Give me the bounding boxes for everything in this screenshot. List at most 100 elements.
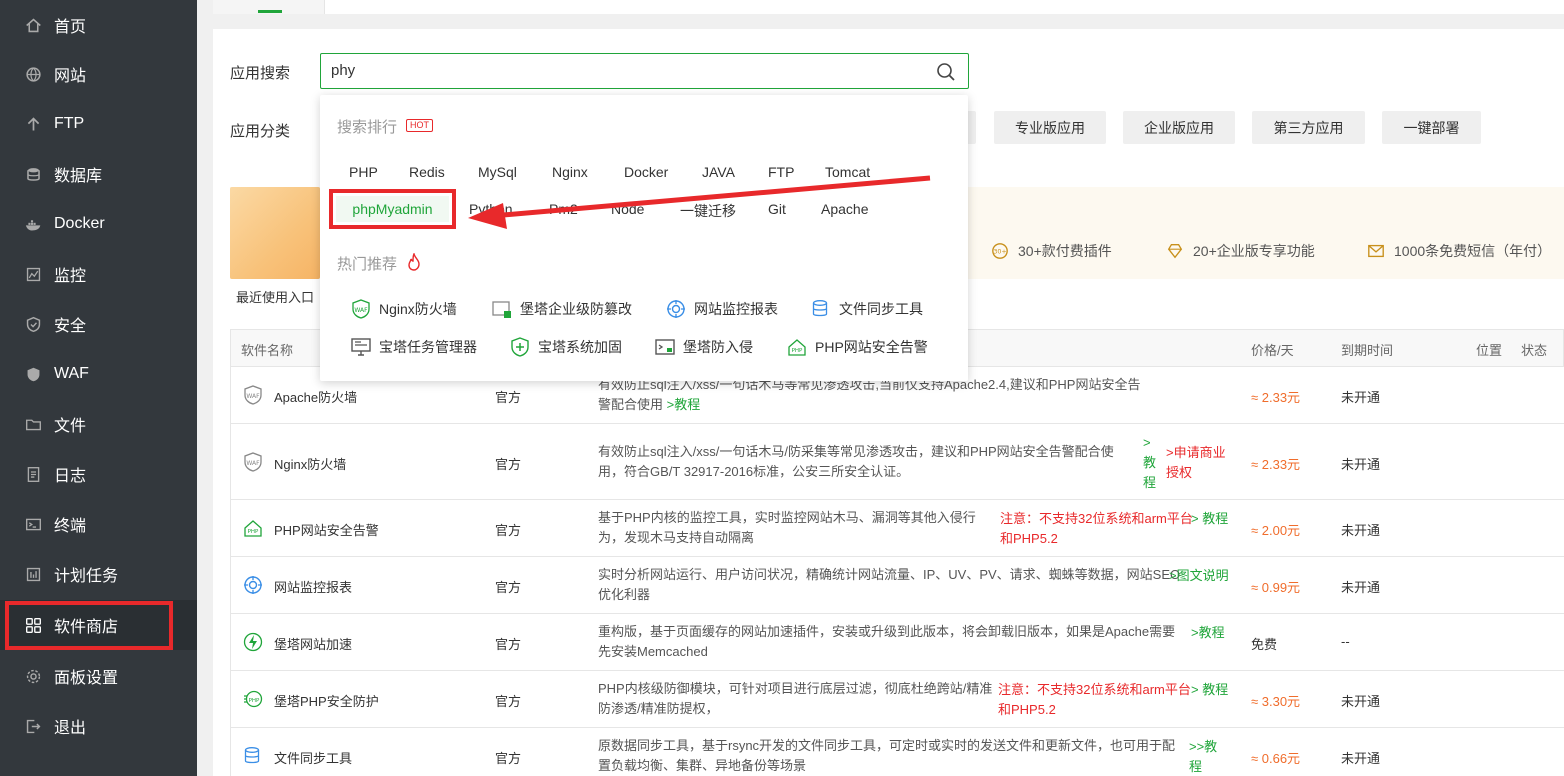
sidebar-item-label: 网站 <box>54 68 87 85</box>
row-expire: 未开通 <box>1341 694 1381 709</box>
row-description: 有效防止sql注入/xss/一句话木马等常见渗透攻击,当前仅支持Apache2.… <box>598 377 1141 412</box>
row-expire: -- <box>1341 634 1350 649</box>
row-tutorial-link[interactable]: > 教程 <box>1143 433 1157 493</box>
sidebar-item-terminal[interactable]: 终端 <box>0 499 197 549</box>
recent-used-label: 最近使用入口 <box>236 290 315 305</box>
recommend-item[interactable]: 宝塔系统加固 <box>510 337 622 357</box>
settings-icon <box>24 667 42 685</box>
row-tutorial-link[interactable]: >教程 <box>1191 623 1225 643</box>
row-description: 重构版，基于页面缓存的网站加速插件，安装或升级到此版本，将会卸载旧版本，如果是A… <box>598 624 1176 659</box>
row-tutorial-link[interactable]: >图文说明 <box>1169 566 1229 586</box>
terminal-icon <box>24 515 42 533</box>
row-name[interactable]: 堡塔PHP安全防护 <box>274 691 379 710</box>
sidebar-item-waf[interactable]: WAF <box>0 349 197 399</box>
sidebar-item-label: 监控 <box>54 268 87 285</box>
category-enterprise-button[interactable]: 企业版应用 <box>1123 111 1235 144</box>
diamond-icon <box>1167 244 1183 259</box>
annotation-highlight-phpmyadmin <box>329 189 456 229</box>
row-developer: 官方 <box>495 694 522 709</box>
search-label: 应用搜索 <box>230 65 291 82</box>
keyword-pm2[interactable]: Pm2 <box>549 201 578 217</box>
search-icon[interactable] <box>936 62 956 82</box>
row-name[interactable]: 堡塔网站加速 <box>274 634 352 653</box>
php-alert-icon: PHP <box>788 339 806 356</box>
keyword-ftp[interactable]: FTP <box>768 164 794 180</box>
keyword-python[interactable]: Python <box>469 201 513 217</box>
row-description: 有效防止sql注入/xss/一句话木马/防采集等常见渗透攻击，建议和PHP网站安… <box>598 444 1114 479</box>
mail-icon <box>1368 244 1384 258</box>
row-name[interactable]: 网站监控报表 <box>274 577 352 596</box>
keyword-one-click-migrate[interactable]: 一键迁移 <box>680 201 736 221</box>
sidebar-item-label: 退出 <box>54 720 87 737</box>
svg-text:PHP: PHP <box>248 529 259 535</box>
recommend-item[interactable]: 网站监控报表 <box>666 299 778 319</box>
row-tutorial-link[interactable]: >>教程 <box>1189 737 1229 776</box>
sync-db-icon <box>812 300 828 317</box>
row-name[interactable]: 文件同步工具 <box>274 748 352 767</box>
recommend-item[interactable]: 宝塔任务管理器 <box>351 337 477 357</box>
task-manager-icon <box>351 338 371 356</box>
recommend-item[interactable]: WAF Nginx防火墙 <box>351 299 457 319</box>
row-name[interactable]: Apache防火墙 <box>274 387 357 406</box>
row-tutorial-link[interactable]: > 教程 <box>1191 509 1228 529</box>
folder-icon <box>24 415 42 433</box>
header-price[interactable]: 价格/天 <box>1251 340 1294 359</box>
sidebar-item-files[interactable]: 文件 <box>0 399 197 449</box>
recommend-item[interactable]: 堡塔防入侵 <box>655 337 753 357</box>
keyword-nginx[interactable]: Nginx <box>552 164 588 180</box>
keyword-redis[interactable]: Redis <box>409 164 445 180</box>
sidebar-item-label: 数据库 <box>54 168 103 185</box>
banner-feature-plugins: 30+ 30+款付费插件 <box>991 241 1112 261</box>
keyword-mysql[interactable]: MySql <box>478 164 517 180</box>
row-price: ≈ 2.33元 <box>1251 457 1301 472</box>
row-tutorial-link[interactable]: >教程 <box>667 397 701 412</box>
category-thirdparty-button[interactable]: 第三方应用 <box>1252 111 1365 144</box>
database-icon <box>24 165 42 183</box>
recommend-item[interactable]: 堡塔企业级防篡改 <box>492 299 632 319</box>
sidebar-item-security[interactable]: 安全 <box>0 299 197 349</box>
row-license-link[interactable]: >申请商业授权 <box>1166 443 1234 483</box>
sidebar-item-logout[interactable]: 退出 <box>0 701 197 751</box>
header-expire[interactable]: 到期时间 <box>1341 340 1393 359</box>
hot-badge: HOT <box>406 119 433 132</box>
keyword-node[interactable]: Node <box>611 201 644 217</box>
keyword-php[interactable]: PHP <box>349 164 378 180</box>
recommend-item[interactable]: PHP PHP网站安全告警 <box>787 337 928 357</box>
sidebar-item-website[interactable]: 网站 <box>0 49 197 99</box>
sidebar-item-ftp[interactable]: FTP <box>0 99 197 149</box>
row-expire: 未开通 <box>1341 523 1381 538</box>
keyword-apache[interactable]: Apache <box>821 201 868 217</box>
sidebar-item-label: WAF <box>54 365 89 382</box>
row-developer: 官方 <box>495 523 522 538</box>
category-label: 应用分类 <box>230 123 291 140</box>
globe-icon <box>24 65 42 83</box>
schedule-icon <box>24 565 42 583</box>
keyword-tomcat[interactable]: Tomcat <box>825 164 870 180</box>
sidebar-item-monitor[interactable]: 监控 <box>0 249 197 299</box>
fire-icon <box>408 253 420 271</box>
recommend-item[interactable]: 文件同步工具 <box>811 299 923 319</box>
sidebar-item-panel-settings[interactable]: 面板设置 <box>0 651 197 701</box>
search-input[interactable] <box>331 62 911 79</box>
sidebar-item-home[interactable]: 首页 <box>0 0 197 50</box>
svg-text:WAF: WAF <box>354 307 368 314</box>
keyword-git[interactable]: Git <box>768 201 786 217</box>
shield-plus-icon <box>511 337 529 357</box>
row-name[interactable]: Nginx防火墙 <box>274 454 346 473</box>
sidebar-item-logs[interactable]: 日志 <box>0 449 197 499</box>
category-pro-button[interactable]: 专业版应用 <box>994 111 1106 144</box>
keyword-java[interactable]: JAVA <box>702 164 735 180</box>
row-price: ≈ 0.66元 <box>1251 751 1301 766</box>
row-name[interactable]: PHP网站安全告警 <box>274 520 379 539</box>
search-box[interactable] <box>320 53 969 89</box>
lightning-icon <box>243 632 263 652</box>
sidebar-item-docker[interactable]: Docker <box>0 199 197 249</box>
category-deploy-button[interactable]: 一键部署 <box>1382 111 1481 144</box>
sidebar-item-cron[interactable]: 计划任务 <box>0 549 197 599</box>
svg-text:30+: 30+ <box>993 249 1006 256</box>
sidebar-item-database[interactable]: 数据库 <box>0 149 197 199</box>
row-price: ≈ 0.99元 <box>1251 580 1301 595</box>
row-tutorial-link[interactable]: > 教程 <box>1191 680 1228 700</box>
anti-intrusion-icon <box>655 339 675 355</box>
keyword-docker[interactable]: Docker <box>624 164 668 180</box>
